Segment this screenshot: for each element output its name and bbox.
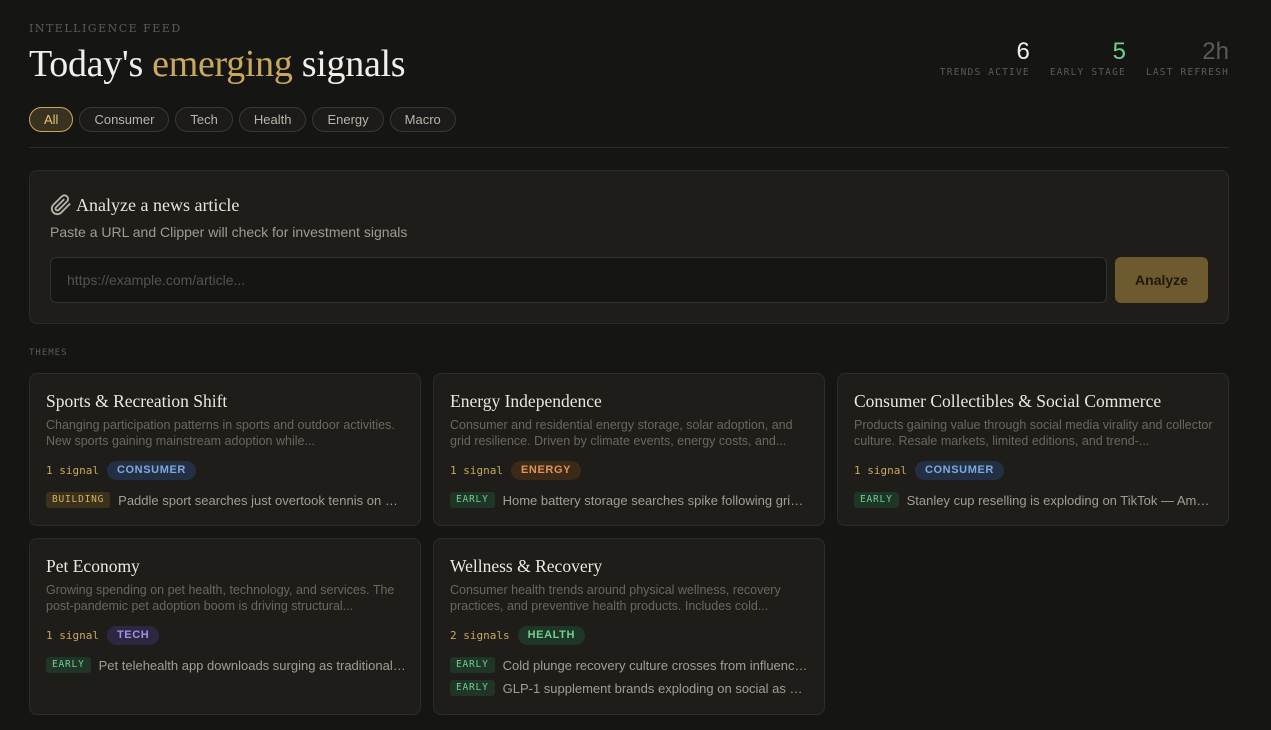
analyze-button[interactable]: Analyze xyxy=(1115,257,1208,303)
theme-title: Sports & Recreation Shift xyxy=(46,391,228,411)
section-label-themes: THEMES xyxy=(29,348,68,358)
theme-description: Consumer and residential energy storage,… xyxy=(450,418,793,448)
theme-title: Energy Independence xyxy=(450,391,602,411)
category-tag: HEALTH xyxy=(517,626,585,645)
divider xyxy=(29,147,1229,148)
stats: 6 TRENDS ACTIVE 5 EARLY STAGE 2h LAST RE… xyxy=(920,38,1229,78)
stat-early-stage: 5 EARLY STAGE xyxy=(1050,38,1126,78)
filter-macro[interactable]: Macro xyxy=(389,107,456,132)
theme-meta: 2 signals HEALTH xyxy=(450,626,585,645)
analyze-title-text: Analyze a news article xyxy=(76,194,240,215)
signal-row[interactable]: EARLY Cold plunge recovery culture cross… xyxy=(450,657,810,673)
paperclip-icon xyxy=(50,194,72,216)
theme-title: Pet Economy xyxy=(46,556,140,576)
stat-value: 5 xyxy=(1112,38,1126,65)
title-accent: emerging xyxy=(152,43,293,85)
signal-row[interactable]: EARLY Pet telehealth app downloads surgi… xyxy=(46,657,406,673)
theme-meta: 1 signal ENERGY xyxy=(450,461,582,480)
theme-card[interactable]: Energy Independence Consumer and residen… xyxy=(433,373,825,526)
filter-health[interactable]: Health xyxy=(238,107,307,132)
analyze-panel: Analyze a news article Paste a URL and C… xyxy=(29,170,1229,324)
stage-badge: EARLY xyxy=(450,657,495,673)
category-tag: CONSUMER xyxy=(106,461,196,480)
filter-energy[interactable]: Energy xyxy=(312,107,384,132)
signal-count: 2 signals xyxy=(450,629,510,642)
signal-text: Pet telehealth app downloads surging as … xyxy=(98,657,406,673)
category-tag: TECH xyxy=(106,626,160,645)
filter-tech[interactable]: Tech xyxy=(175,107,233,132)
eyebrow: INTELLIGENCE FEED xyxy=(29,22,182,35)
theme-description: Products gaining value through social me… xyxy=(854,418,1213,448)
theme-description: Consumer health trends around physical w… xyxy=(450,583,781,613)
stat-label: LAST REFRESH xyxy=(1145,67,1229,78)
stage-badge: EARLY xyxy=(854,492,899,508)
analyze-subtitle: Paste a URL and Clipper will check for i… xyxy=(50,224,408,240)
theme-title: Wellness & Recovery xyxy=(450,556,603,576)
stat-value: 2h xyxy=(1202,38,1229,65)
filter-bar: All Consumer Tech Health Energy Macro xyxy=(29,107,456,132)
theme-meta: 1 signal CONSUMER xyxy=(46,461,196,480)
signal-row[interactable]: EARLY Stanley cup reselling is exploding… xyxy=(854,492,1214,508)
page-title: Today's emerging signals xyxy=(29,42,406,86)
stat-last-refresh: 2h LAST REFRESH xyxy=(1146,38,1229,78)
signal-text: Stanley cup reselling is exploding on Ti… xyxy=(906,492,1214,508)
stat-label: TRENDS ACTIVE xyxy=(939,67,1030,78)
theme-description: Growing spending on pet health, technolo… xyxy=(46,583,395,613)
stage-badge: BUILDING xyxy=(46,492,111,508)
signal-count: 1 signal xyxy=(46,464,99,477)
theme-card[interactable]: Consumer Collectibles & Social Commerce … xyxy=(837,373,1229,526)
signal-row[interactable]: EARLY Home battery storage searches spik… xyxy=(450,492,810,508)
title-pre: Today's xyxy=(29,43,153,85)
signal-row[interactable]: EARLY GLP-1 supplement brands exploding … xyxy=(450,680,810,696)
stat-value: 6 xyxy=(1016,38,1030,65)
category-tag: CONSUMER xyxy=(914,461,1004,480)
signal-text: GLP-1 supplement brands exploding on soc… xyxy=(502,680,810,696)
signal-count: 1 signal xyxy=(450,464,503,477)
filter-consumer[interactable]: Consumer xyxy=(79,107,170,132)
signal-row[interactable]: BUILDING Paddle sport searches just over… xyxy=(46,492,406,508)
stat-trends-active: 6 TRENDS ACTIVE xyxy=(940,38,1030,78)
stat-label: EARLY STAGE xyxy=(1049,67,1126,78)
signal-text: Home battery storage searches spike foll… xyxy=(502,492,810,508)
stage-badge: EARLY xyxy=(450,492,495,508)
stage-badge: EARLY xyxy=(46,657,91,673)
analyze-title: Analyze a news article xyxy=(50,194,239,216)
theme-meta: 1 signal TECH xyxy=(46,626,160,645)
theme-card[interactable]: Sports & Recreation Shift Changing parti… xyxy=(29,373,421,526)
theme-meta: 1 signal CONSUMER xyxy=(854,461,1004,480)
signal-count: 1 signal xyxy=(854,464,907,477)
filter-all[interactable]: All xyxy=(29,107,74,132)
url-input[interactable] xyxy=(50,257,1107,303)
theme-card[interactable]: Pet Economy Growing spending on pet heal… xyxy=(29,538,421,715)
signal-text: Paddle sport searches just overtook tenn… xyxy=(118,492,406,508)
title-post: signals xyxy=(292,43,406,85)
signal-count: 1 signal xyxy=(46,629,99,642)
stage-badge: EARLY xyxy=(450,680,495,696)
category-tag: ENERGY xyxy=(510,461,582,480)
theme-card[interactable]: Wellness & Recovery Consumer health tren… xyxy=(433,538,825,715)
theme-title: Consumer Collectibles & Social Commerce xyxy=(854,391,1162,411)
signal-text: Cold plunge recovery culture crosses fro… xyxy=(502,657,810,673)
theme-description: Changing participation patterns in sport… xyxy=(46,418,395,448)
